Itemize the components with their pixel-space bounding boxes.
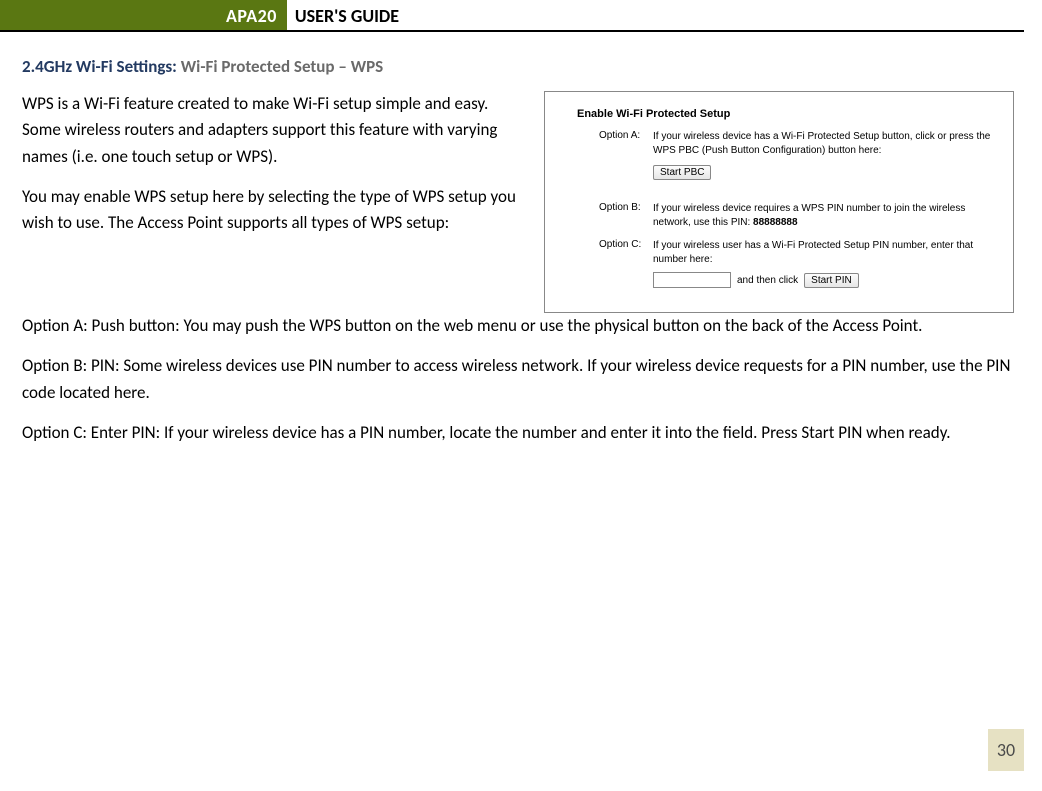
wps-settings-panel: Enable Wi-Fi Protected Setup Option A: I… xyxy=(544,91,1014,313)
section-heading-sub: Wi-Fi Protected Setup – WPS xyxy=(181,56,383,77)
option-a-text: If your wireless device has a Wi-Fi Prot… xyxy=(653,130,1003,157)
intro-paragraph-2: You may enable WPS setup here by selecti… xyxy=(22,184,522,237)
intro-text-column: WPS is a Wi-Fi feature created to make W… xyxy=(22,91,522,251)
option-b-text: If your wireless device requires a WPS P… xyxy=(653,202,1003,229)
option-b-text-pre: If your wireless device requires a WPS P… xyxy=(653,203,965,228)
body-option-a: Option A: Push button: You may push the … xyxy=(22,313,1016,339)
product-badge: APA20 xyxy=(220,0,287,30)
start-pbc-button[interactable]: Start PBC xyxy=(653,165,711,180)
body-option-c: Option C: Enter PIN: If your wireless de… xyxy=(22,420,1016,446)
option-a-label: Option A: xyxy=(599,130,653,157)
page-number: 30 xyxy=(988,729,1024,771)
option-c-label: Option C: xyxy=(599,239,653,266)
intro-paragraph-1: WPS is a Wi-Fi feature created to make W… xyxy=(22,91,522,170)
panel-title: Enable Wi-Fi Protected Setup xyxy=(577,108,1003,120)
body-option-b: Option B: PIN: Some wireless devices use… xyxy=(22,353,1016,406)
intro-row: WPS is a Wi-Fi feature created to make W… xyxy=(22,91,1016,313)
option-b-pin: 88888888 xyxy=(753,217,798,228)
section-heading-bold: 2.4GHz Wi-Fi Settings: xyxy=(22,56,181,77)
panel-option-a: Option A: If your wireless device has a … xyxy=(555,130,1003,192)
section-heading: 2.4GHz Wi-Fi Settings: Wi-Fi Protected S… xyxy=(22,56,1016,77)
pin-input[interactable] xyxy=(653,272,731,288)
page-header: APA20 USER'S GUIDE xyxy=(0,0,1024,32)
panel-option-c: Option C: If your wireless user has a Wi… xyxy=(555,239,1003,288)
panel-option-b: Option B: If your wireless device requir… xyxy=(555,202,1003,229)
option-b-label: Option B: xyxy=(599,202,653,229)
document-title: USER'S GUIDE xyxy=(287,0,399,30)
start-pin-button[interactable]: Start PIN xyxy=(804,273,859,288)
and-then-click-label: and then click xyxy=(737,275,798,286)
option-c-input-row: and then click Start PIN xyxy=(653,272,1003,288)
option-c-text: If your wireless user has a Wi-Fi Protec… xyxy=(653,239,1003,266)
page-content: 2.4GHz Wi-Fi Settings: Wi-Fi Protected S… xyxy=(0,32,1042,446)
header-accent-bar xyxy=(0,0,220,30)
